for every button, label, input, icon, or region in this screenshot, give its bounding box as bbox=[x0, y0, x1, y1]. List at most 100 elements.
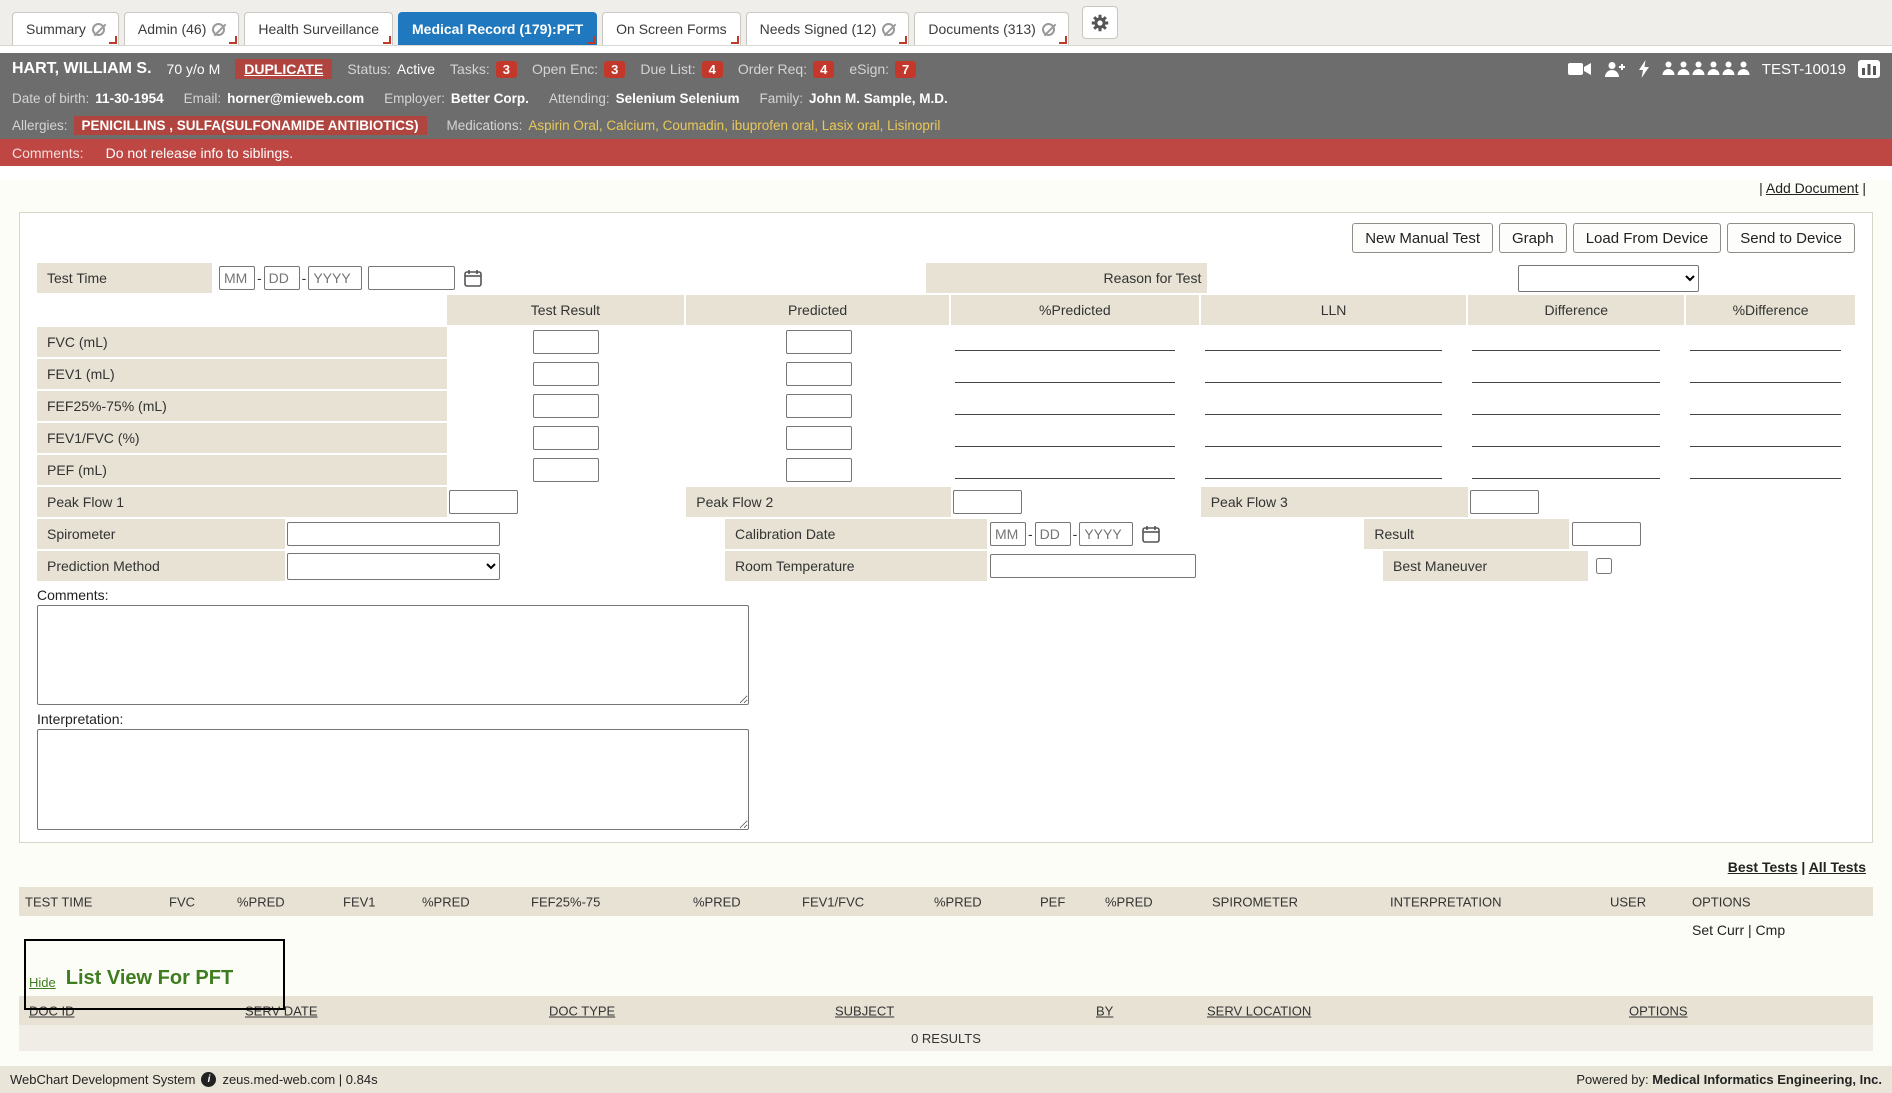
medication-link[interactable]: Coumadin bbox=[663, 118, 725, 133]
pft-row-fef2575: FEF25%-75% (mL) bbox=[37, 391, 1855, 421]
cmp-link[interactable]: Cmp bbox=[1756, 922, 1786, 938]
peak-flow-3-input[interactable] bbox=[1470, 490, 1539, 514]
medication-link[interactable]: Calcium bbox=[606, 118, 655, 133]
load-from-device-button[interactable]: Load From Device bbox=[1573, 223, 1722, 253]
fvc-predicted-input[interactable] bbox=[786, 330, 852, 354]
pct-predicted-line bbox=[955, 333, 1175, 351]
add-document-link[interactable]: Add Document bbox=[1766, 180, 1859, 196]
tasks-badge[interactable]: 3 bbox=[496, 61, 517, 78]
tab-on-screen-forms[interactable]: On Screen Forms bbox=[602, 12, 740, 45]
graph-button[interactable]: Graph bbox=[1499, 223, 1567, 253]
row-label: FVC (mL) bbox=[37, 327, 447, 357]
open-enc-label: Open Enc: bbox=[532, 61, 598, 77]
test-time-year-input[interactable] bbox=[308, 266, 362, 290]
esign-badge[interactable]: 7 bbox=[895, 61, 916, 78]
col-serv-location[interactable]: SERV LOCATION bbox=[1207, 1003, 1311, 1018]
send-to-device-button[interactable]: Send to Device bbox=[1727, 223, 1855, 253]
duplicate-flag[interactable]: DUPLICATE bbox=[235, 59, 332, 79]
col-serv-date[interactable]: SERV DATE bbox=[245, 1003, 317, 1018]
footer: WebChart Development System i zeus.med-w… bbox=[0, 1066, 1892, 1093]
tab-health-surveillance[interactable]: Health Surveillance bbox=[244, 12, 393, 45]
interpretation-textarea[interactable] bbox=[37, 729, 749, 830]
test-time-time-input[interactable] bbox=[368, 266, 455, 290]
tab-admin[interactable]: Admin (46) bbox=[124, 12, 239, 45]
col-options[interactable]: OPTIONS bbox=[1629, 1003, 1688, 1018]
new-manual-test-button[interactable]: New Manual Test bbox=[1352, 223, 1493, 253]
video-camera-icon[interactable] bbox=[1568, 61, 1592, 77]
test-time-month-input[interactable] bbox=[219, 266, 255, 290]
order-req-badge[interactable]: 4 bbox=[813, 61, 834, 78]
hide-link[interactable]: Hide bbox=[29, 975, 56, 990]
fev1-test-result-input[interactable] bbox=[533, 362, 599, 386]
medications-list: Aspirin Oral, Calcium, Coumadin, ibuprof… bbox=[528, 118, 940, 133]
calibration-day-input[interactable] bbox=[1035, 522, 1071, 546]
due-list-badge[interactable]: 4 bbox=[702, 61, 723, 78]
calibration-month-input[interactable] bbox=[990, 522, 1026, 546]
allergies-value[interactable]: PENICILLINS , SULFA(SULFONAMIDE ANTIBIOT… bbox=[74, 116, 427, 135]
patient-banner: HART, WILLIAM S. 70 y/o M DUPLICATE Stat… bbox=[0, 53, 1892, 139]
prediction-method-select[interactable] bbox=[287, 553, 500, 580]
medication-link[interactable]: Lasix oral bbox=[822, 118, 880, 133]
form-comments-textarea[interactable] bbox=[37, 605, 749, 705]
settings-gear-button[interactable] bbox=[1082, 6, 1118, 39]
fev1-predicted-input[interactable] bbox=[786, 362, 852, 386]
pef-test-result-input[interactable] bbox=[533, 458, 599, 482]
col-by[interactable]: BY bbox=[1096, 1003, 1113, 1018]
email-value[interactable]: horner@mieweb.com bbox=[227, 91, 364, 106]
tab-documents-label: Documents (313) bbox=[928, 21, 1035, 37]
add-person-icon[interactable] bbox=[1604, 61, 1626, 77]
test-time-day-input[interactable] bbox=[264, 266, 300, 290]
medication-link[interactable]: Aspirin Oral bbox=[528, 118, 599, 133]
col-subject[interactable]: SUBJECT bbox=[835, 1003, 894, 1018]
best-maneuver-checkbox[interactable] bbox=[1596, 558, 1612, 574]
medication-link[interactable]: Lisinopril bbox=[887, 118, 940, 133]
peak-flow-2-input[interactable] bbox=[953, 490, 1022, 514]
best-tests-link[interactable]: Best Tests bbox=[1728, 859, 1798, 875]
col-header-pct-predicted: %Predicted bbox=[951, 295, 1201, 325]
status-value: Active bbox=[397, 61, 435, 77]
result-input[interactable] bbox=[1572, 522, 1641, 546]
pef-predicted-input[interactable] bbox=[786, 458, 852, 482]
all-tests-link[interactable]: All Tests bbox=[1809, 859, 1866, 875]
calibration-year-input[interactable] bbox=[1079, 522, 1133, 546]
fef2575-predicted-input[interactable] bbox=[786, 394, 852, 418]
pft-row-fvc: FVC (mL) bbox=[37, 327, 1855, 357]
lightning-icon[interactable] bbox=[1638, 60, 1650, 78]
dob-label: Date of birth: bbox=[12, 91, 89, 106]
family-value: John M. Sample, M.D. bbox=[809, 91, 948, 106]
lln-line bbox=[1205, 461, 1443, 479]
separator: , bbox=[655, 118, 663, 133]
main-content: | Add Document | New Manual Test Graph L… bbox=[0, 180, 1892, 1093]
col-doc-id[interactable]: DOC ID bbox=[29, 1003, 75, 1018]
spirometer-input[interactable] bbox=[287, 522, 500, 546]
allergies-label: Allergies: bbox=[12, 118, 68, 133]
medications-label: Medications: bbox=[447, 118, 523, 133]
col-doc-type[interactable]: DOC TYPE bbox=[549, 1003, 615, 1018]
calendar-icon[interactable] bbox=[463, 268, 483, 288]
reason-for-test-select[interactable] bbox=[1518, 265, 1699, 292]
col-header-test-result: Test Result bbox=[447, 295, 687, 325]
peak-flow-1-input[interactable] bbox=[449, 490, 518, 514]
medication-link[interactable]: ibuprofen oral bbox=[732, 118, 815, 133]
fev1fvc-predicted-input[interactable] bbox=[786, 426, 852, 450]
list-view-header: Hide List View For PFT bbox=[19, 946, 1873, 996]
info-icon[interactable]: i bbox=[201, 1072, 216, 1087]
fev1fvc-test-result-input[interactable] bbox=[533, 426, 599, 450]
person-icon bbox=[1692, 61, 1705, 78]
col-test-time: TEST TIME bbox=[25, 894, 92, 909]
tab-medical-record-pft[interactable]: Medical Record (179):PFT bbox=[398, 12, 597, 45]
tab-needs-signed[interactable]: Needs Signed (12) bbox=[746, 12, 910, 45]
circle-slash-icon bbox=[92, 23, 105, 36]
set-curr-link[interactable]: Set Curr bbox=[1692, 922, 1744, 938]
fef2575-test-result-input[interactable] bbox=[533, 394, 599, 418]
tests-links-row: Best Tests | All Tests bbox=[0, 859, 1866, 877]
calendar-icon[interactable] bbox=[1141, 524, 1161, 544]
add-document-row: | Add Document | bbox=[0, 180, 1866, 198]
documents-table-header: DOC ID SERV DATE DOC TYPE SUBJECT BY SER… bbox=[19, 996, 1873, 1025]
open-enc-badge[interactable]: 3 bbox=[604, 61, 625, 78]
chart-stats-icon[interactable] bbox=[1858, 60, 1880, 78]
tab-documents[interactable]: Documents (313) bbox=[914, 12, 1068, 45]
tab-summary[interactable]: Summary bbox=[12, 12, 119, 45]
room-temperature-input[interactable] bbox=[990, 554, 1196, 578]
fvc-test-result-input[interactable] bbox=[533, 330, 599, 354]
